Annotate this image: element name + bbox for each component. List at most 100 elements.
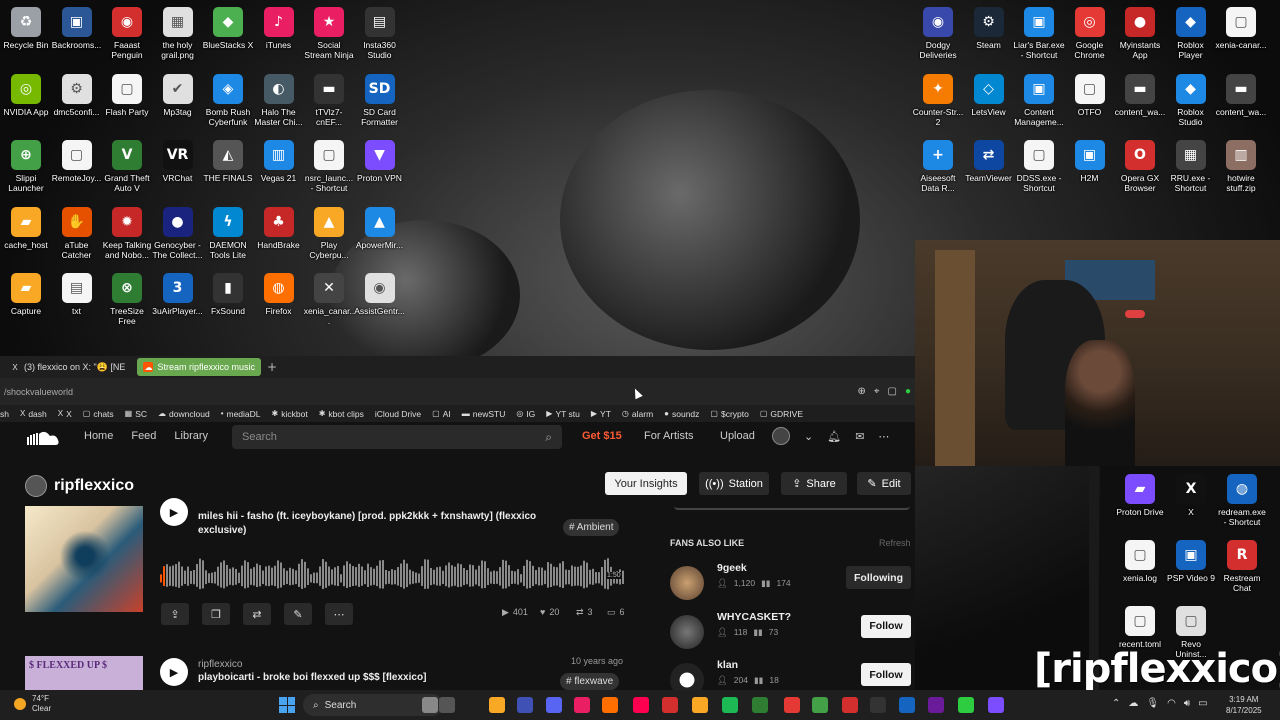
desktop-icon[interactable]: V Grand Theft Auto V [101,140,153,193]
desktop-icon[interactable]: ▣ PSP Video 9 [1165,540,1217,583]
desktop-icon[interactable]: ⊕ Slippi Launcher [0,140,52,193]
desktop-icon[interactable]: ⇄ TeamViewer [963,140,1015,183]
desktop-icon[interactable]: ▬ tTVlz7-cnEF... [303,73,355,127]
pin-icon[interactable]: ⌖ [874,386,880,397]
desktop-icon[interactable]: ▢ DDSS.exe - Shortcut [1013,140,1065,193]
desktop-icon[interactable]: ▰ Capture [0,273,52,316]
snipping-tool-icon[interactable] [574,697,590,713]
desktop-icon[interactable]: XX [1165,474,1217,517]
wifi-icon[interactable]: ◠ [1167,698,1176,709]
discord-icon[interactable] [546,697,562,713]
desktop-icon[interactable]: ▦ RRU.exe - Shortcut [1165,140,1217,193]
your-insights-button[interactable]: Your Insights [605,472,687,495]
desktop-icon[interactable]: ● Genocyber - The Collect... [152,206,204,260]
track-title[interactable]: miles hii - fasho (ft. iceyboykane) [pro… [198,510,558,538]
follow-button[interactable]: Follow [861,614,911,638]
desktop-icon[interactable]: VR VRChat [152,140,204,183]
desktop-icon[interactable]: ▢ Flash Party [101,73,153,117]
desktop-icon[interactable]: + Aiseesoft Data R... [912,140,964,193]
desktop-icon[interactable]: ★ Social Stream Ninja [303,7,355,60]
desktop-icon[interactable]: ϟ DAEMON Tools Lite [202,206,254,260]
following-button[interactable]: Following [846,566,911,589]
desktop-icon[interactable]: 3 3uAirPlayer... [152,273,204,316]
desktop-icon[interactable]: ● Myinstants App [1114,7,1166,60]
notifications-icon[interactable]: 🔔︎ [827,430,841,443]
desktop-icon[interactable]: ▦ the holy grail.png [152,7,204,60]
search-input[interactable]: Search ⌕ [232,425,562,449]
desktop-icon[interactable]: ◍ Firefox [253,273,305,316]
track-artwork[interactable]: $ FLEXXED UP $ [25,656,143,690]
spotify-icon[interactable] [722,697,738,713]
zoom-icon[interactable]: ⊕ [857,386,865,397]
bookmark-item[interactable]: ● soundz [664,409,699,419]
chevron-down-icon[interactable]: ⌄ [804,430,813,443]
messages-icon[interactable]: ✉ [855,430,864,443]
desktop-icon[interactable]: ▰ cache_host [0,206,52,250]
bookmark-item[interactable]: ▢ $crypto [710,409,748,419]
play-button[interactable]: ▶ [160,498,188,526]
desktop-icon[interactable]: ▥ Vegas 21 [253,140,305,183]
desktop-icon[interactable]: ▢ RemoteJoy... [51,140,103,183]
play-button[interactable]: ▶ [160,658,188,686]
more-icon[interactable]: ⋯ [878,430,889,443]
bookmark-item[interactable]: ▶ YT [591,409,611,419]
desktop-icon[interactable]: ▣ Backrooms... [51,7,103,50]
desktop-icon[interactable]: ◈ Bomb Rush Cyberfunk [202,73,254,127]
desktop-icon[interactable]: ✋ aTube Catcher [51,206,103,260]
bookmark-item[interactable]: ☁ downcloud [158,409,210,419]
volume-icon[interactable]: 🔊︎ [1184,698,1190,709]
bookmark-item[interactable]: Xdash [20,409,47,419]
soundcloud-logo-icon[interactable] [27,431,61,445]
desktop-icon[interactable]: ▲ ApowerMir... [354,206,406,250]
cloud-icon[interactable]: ☁ [1128,698,1138,709]
desktop-icon[interactable]: ◐ Halo The Master Chi... [253,73,305,127]
recorder-icon[interactable] [842,697,858,713]
desktop-icon[interactable]: ▣ Content Manageme... [1013,73,1065,127]
chrome-icon[interactable] [784,697,800,713]
fan-avatar[interactable] [670,566,704,600]
bookmark-item[interactable]: XX [58,409,72,419]
bookmark-item[interactable]: ▬ newSTU [462,409,506,419]
desktop-icon[interactable]: ✦ Counter-Str... 2 [912,73,964,127]
copilot-icon[interactable] [517,697,533,713]
app-icon[interactable] [928,697,944,713]
desktop-icon[interactable]: R Restream Chat [1216,540,1268,593]
app-icon[interactable] [988,697,1004,713]
like-count[interactable]: ♥ 20 [540,607,559,617]
get-offer-link[interactable]: Get $15 [582,430,622,442]
desktop-icon[interactable]: ▣ Liar's Bar.exe - Shortcut [1013,7,1065,60]
windows-start-icon[interactable] [279,697,295,713]
chevron-up-icon[interactable]: ⌃ [1112,698,1120,709]
bookmark-item[interactable]: ✱ kbot clips [319,409,364,419]
desktop-icon[interactable]: ▼ Proton VPN [354,140,406,183]
desktop-icon[interactable]: ▣ H2M [1064,140,1116,183]
fan-name[interactable]: WHYCASKET? [717,611,791,623]
mic-icon[interactable]: 🎙︎ [1146,698,1159,709]
upload-link[interactable]: Upload [720,430,755,442]
edit-button[interactable]: ✎ Edit [857,472,911,495]
desktop-icon[interactable]: ▲ Play Cyberpu... [303,206,355,260]
capcut-icon[interactable] [870,697,886,713]
bookmark-item[interactable]: ▢ GDRIVE [760,409,803,419]
nav-library[interactable]: Library [174,430,208,442]
fan-name[interactable]: 9geek [717,562,747,574]
bookmark-item[interactable]: ▢ chats [83,409,114,419]
tab-soundcloud[interactable]: ☁ Stream ripflexxico music [137,358,261,376]
repost-button[interactable]: ⇄ [243,603,271,625]
share-button[interactable]: ⇪ Share [781,472,847,495]
copy-link-button[interactable]: ❐ [202,603,230,625]
app-icon[interactable] [958,697,974,713]
desktop-icon[interactable]: ▤ txt [51,273,103,316]
desktop-icon[interactable]: ✔ Mp3tag [152,73,204,117]
waveform[interactable] [160,554,626,592]
genre-tag[interactable]: # Ambient [563,519,620,536]
desktop-icon[interactable]: ▢ OTFO [1064,73,1116,117]
tiktok-icon[interactable] [633,697,649,713]
widgets-icon[interactable] [439,697,455,713]
bookmark-item[interactable]: • mediaDL [221,409,261,419]
desktop-icon[interactable]: ⚙ dmc5confi... [51,73,103,117]
desktop-icon[interactable]: ◎ NVIDIA App [0,73,52,117]
track-artwork[interactable] [25,506,143,612]
desktop-icon[interactable]: ▢ xenia-canar... [1215,7,1267,50]
bookmark-item[interactable]: sh [0,409,9,419]
